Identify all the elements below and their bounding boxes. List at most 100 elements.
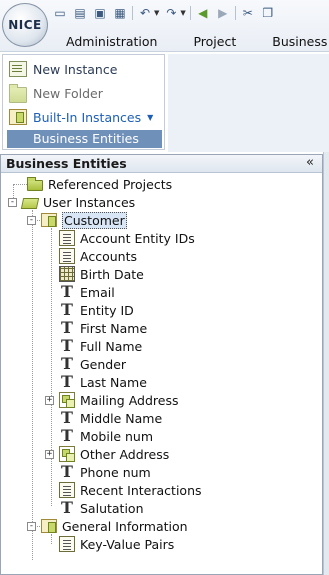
save-all-icon[interactable]: ▦ xyxy=(112,5,128,21)
new-folder-button[interactable]: New Folder xyxy=(9,83,103,103)
new-folder-label: New Folder xyxy=(33,85,103,101)
open-icon[interactable]: ▤ xyxy=(72,5,88,21)
tree-item-field[interactable]: T Mobile num xyxy=(59,427,153,445)
tree-item-field[interactable]: T Full Name xyxy=(59,337,142,355)
tree-label: General Information xyxy=(62,518,188,534)
redo-dropdown-icon[interactable]: ▼ xyxy=(180,9,185,17)
top-chrome: NICE ▭ ▤ ▣ ▦ ↶ ▼ ↷ ▼ ◀ ▶ ✂ ❐ Administrat… xyxy=(0,0,329,52)
logo-text: NICE xyxy=(8,18,42,32)
tree-label: Mailing Address xyxy=(80,392,179,408)
tree-label: Birth Date xyxy=(80,266,144,282)
business-entity-icon xyxy=(41,213,57,227)
tree-label: Full Name xyxy=(80,338,143,354)
text-field-icon: T xyxy=(61,282,73,301)
tree-label: Gender xyxy=(80,356,127,372)
tree-item-field[interactable]: T Gender xyxy=(59,355,126,373)
date-field-icon xyxy=(59,266,75,282)
built-in-instances-button[interactable]: Built-In Instances ▼ xyxy=(9,107,153,127)
menu-business[interactable]: Business xyxy=(272,34,327,49)
chevron-down-icon: ▼ xyxy=(147,112,154,122)
collapse-panel-button[interactable]: « xyxy=(306,155,314,170)
new-folder-icon xyxy=(9,83,27,103)
tree-label: Last Name xyxy=(80,374,147,390)
tree-item-key-value-pairs[interactable]: Key-Value Pairs xyxy=(59,535,174,553)
tree-label: Key-Value Pairs xyxy=(80,536,175,552)
text-field-icon: T xyxy=(61,300,73,319)
back-icon[interactable]: ◀ xyxy=(195,5,211,21)
tree-label-selected: Customer xyxy=(62,211,127,229)
collapse-toggle-icon[interactable]: - xyxy=(27,521,36,531)
business-entity-icon xyxy=(41,519,57,533)
tree-label: Entity ID xyxy=(80,302,134,318)
expand-toggle-icon[interactable]: + xyxy=(45,449,54,459)
text-field-icon: T xyxy=(61,336,73,355)
menu-project[interactable]: Project xyxy=(193,34,236,49)
list-field-icon xyxy=(59,482,75,498)
tree-item-user-instances[interactable]: - User Instances xyxy=(8,193,135,211)
save-icon[interactable]: ▣ xyxy=(92,5,108,21)
redo-icon[interactable]: ↷ xyxy=(163,5,179,21)
new-instance-icon xyxy=(9,61,27,77)
forward-icon[interactable]: ▶ xyxy=(215,5,231,21)
tree-item-field[interactable]: Accounts xyxy=(59,247,137,265)
tree-label: Accounts xyxy=(80,248,137,264)
tree-item-general-information[interactable]: - General Information xyxy=(27,517,188,535)
text-field-icon: T xyxy=(61,354,73,373)
tree-guide xyxy=(51,534,52,544)
collapse-toggle-icon[interactable]: - xyxy=(27,215,36,225)
tree-label: Salutation xyxy=(80,500,144,516)
tree-item-field[interactable]: T Entity ID xyxy=(59,301,134,319)
address-field-icon xyxy=(59,446,75,462)
undo-dropdown-icon[interactable]: ▼ xyxy=(154,9,159,17)
text-field-icon: T xyxy=(61,372,73,391)
text-field-icon: T xyxy=(61,408,73,427)
toolbar-separator xyxy=(132,6,133,20)
tree-item-field[interactable]: Birth Date xyxy=(59,265,144,283)
tree-guide xyxy=(13,184,27,185)
text-field-icon: T xyxy=(61,426,73,445)
tree-label: User Instances xyxy=(43,194,136,210)
tree-item-field[interactable]: T Email xyxy=(59,283,115,301)
tree-item-field[interactable]: T First Name xyxy=(59,319,147,337)
copy-icon[interactable]: ❐ xyxy=(260,5,276,21)
built-in-instances-label: Built-In Instances xyxy=(33,109,142,125)
undo-icon[interactable]: ↶ xyxy=(137,5,153,21)
tree-item-field[interactable]: + Mailing Address xyxy=(45,391,178,409)
tree-item-field[interactable]: T Last Name xyxy=(59,373,147,391)
tree-item-customer[interactable]: - Customer xyxy=(27,211,127,229)
collapse-toggle-icon[interactable]: - xyxy=(8,197,17,207)
business-entities-panel: Business Entities « Referenced Projects … xyxy=(0,154,323,575)
toolbar: ▭ ▤ ▣ ▦ ↶ ▼ ↷ ▼ ◀ ▶ ✂ ❐ xyxy=(52,4,280,22)
new-icon[interactable]: ▭ xyxy=(52,5,68,21)
tree-item-field[interactable]: T Phone num xyxy=(59,463,151,481)
tree-guide xyxy=(32,210,33,560)
tree-label: Referenced Projects xyxy=(48,176,173,192)
tree-label: Mobile num xyxy=(80,428,153,444)
open-folder-icon xyxy=(20,198,40,209)
tree-item-field[interactable]: T Salutation xyxy=(59,498,144,517)
tree-item-field[interactable]: T Middle Name xyxy=(59,409,162,427)
tree-item-field[interactable]: Account Entity IDs xyxy=(59,229,195,247)
menubar: Administration Project Business xyxy=(52,32,329,50)
new-instance-label: New Instance xyxy=(33,61,118,77)
expand-toggle-icon[interactable]: + xyxy=(45,395,54,405)
tree-label: Recent Interactions xyxy=(80,482,202,498)
text-field-icon: T xyxy=(61,462,73,481)
business-entities-item[interactable]: Business Entities xyxy=(7,130,162,148)
new-instance-button[interactable]: New Instance xyxy=(9,59,117,79)
menu-administration[interactable]: Administration xyxy=(66,34,157,49)
tree-item-referenced-projects[interactable]: Referenced Projects xyxy=(27,175,172,193)
nice-logo[interactable]: NICE xyxy=(2,3,48,47)
toolbar-separator xyxy=(189,6,191,20)
tree-label: First Name xyxy=(80,320,148,336)
action-panel: New Instance New Folder Built-In Instanc… xyxy=(2,54,165,150)
cut-icon[interactable]: ✂ xyxy=(240,5,256,21)
folder-icon xyxy=(27,177,43,191)
list-field-icon xyxy=(59,230,75,246)
text-field-icon: T xyxy=(61,498,73,517)
tree-item-field[interactable]: Recent Interactions xyxy=(59,481,202,499)
panel-title: Business Entities xyxy=(6,156,127,171)
splitter-bar[interactable] xyxy=(323,152,329,575)
built-in-instances-icon xyxy=(9,109,27,125)
tree-item-field[interactable]: + Other Address xyxy=(45,445,169,463)
